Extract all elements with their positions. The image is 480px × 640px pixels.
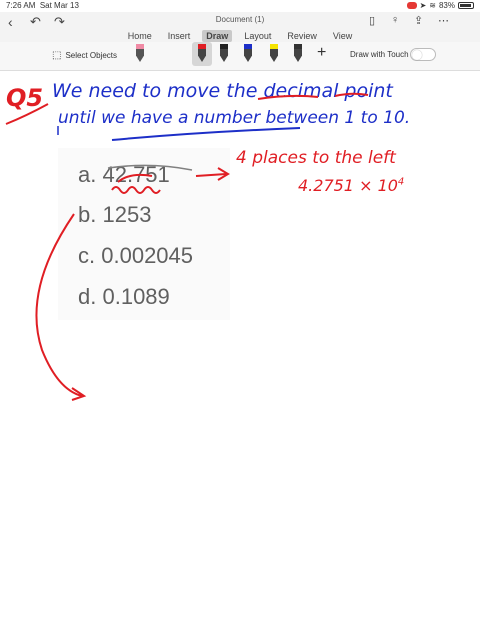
squiggle-underline bbox=[111, 186, 161, 194]
strike-stroke bbox=[107, 164, 193, 171]
underline-decimal bbox=[334, 92, 369, 97]
ink-overlay bbox=[5, 92, 369, 401]
underline-the bbox=[257, 94, 319, 100]
curved-arrow-stroke bbox=[35, 213, 83, 397]
decimal-move-arc bbox=[117, 173, 153, 183]
underline-number bbox=[111, 127, 301, 141]
arrow-shaft bbox=[195, 173, 227, 177]
q5-underline-stroke bbox=[5, 103, 49, 125]
